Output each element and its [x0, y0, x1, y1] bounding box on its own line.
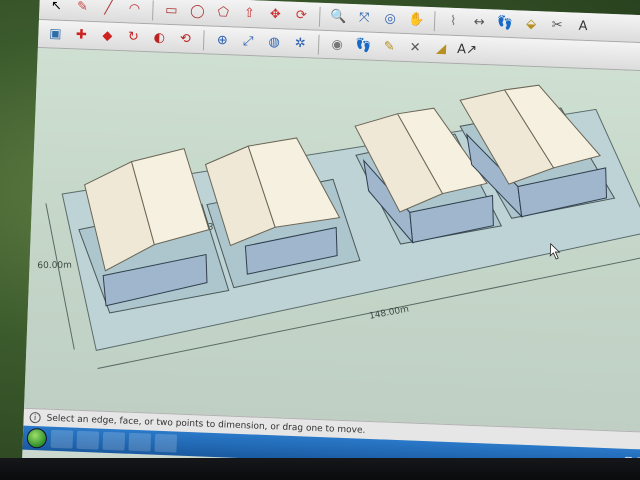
paint-bucket-icon[interactable]: ⬙: [520, 13, 543, 36]
sketchup-window: ↖ ✎ ╱ ◠ ▭ ◯ ⬠ ⇧ ✥ ⟳ 🔍 ⤧ ◎ ✋ ⌇ ↔ 👣 ⬙ ✂ A …: [21, 0, 640, 480]
offset-red-icon[interactable]: ⟲: [174, 28, 197, 51]
circle-icon[interactable]: ◯: [186, 0, 209, 23]
select-icon[interactable]: ↖: [45, 0, 68, 18]
info-icon[interactable]: i: [29, 411, 41, 424]
taskbar-app-icon[interactable]: [128, 432, 152, 452]
measure-icon[interactable]: ✎: [378, 36, 401, 59]
taskbar-explorer-icon[interactable]: [76, 430, 100, 450]
zoom-window-icon[interactable]: ⊕: [211, 29, 234, 52]
position-camera-icon[interactable]: ◉: [326, 34, 349, 57]
walk-icon[interactable]: 👣: [494, 12, 517, 35]
paint-icon[interactable]: ◢: [430, 38, 453, 61]
orbit-blue-icon[interactable]: ✲: [289, 32, 312, 55]
polygon-icon[interactable]: ⬠: [212, 1, 235, 24]
zoom-extents-blue-icon[interactable]: ⤢: [237, 30, 260, 53]
previous-view-icon[interactable]: ◍: [263, 31, 286, 54]
dimension-width-label: 60.00m: [37, 261, 72, 271]
toolbar-separator: [202, 29, 205, 50]
line-icon[interactable]: ╱: [97, 0, 120, 20]
pushpull-red-icon[interactable]: ◆: [96, 25, 119, 48]
arc-icon[interactable]: ◠: [123, 0, 146, 21]
toolbar-separator: [152, 0, 154, 20]
axes-red-icon[interactable]: ✕: [404, 37, 427, 60]
tape-measure-icon[interactable]: ⌇: [442, 10, 465, 33]
start-button-icon[interactable]: [26, 427, 48, 449]
monitor-bezel: [0, 458, 640, 480]
eraser-icon[interactable]: ✎: [71, 0, 94, 19]
toolbar-separator: [318, 6, 321, 27]
zoom-icon[interactable]: 🔍: [327, 6, 350, 29]
section-plane-icon[interactable]: ✂: [546, 14, 569, 37]
follow-me-icon[interactable]: ◐: [148, 27, 171, 50]
rotate-icon[interactable]: ⟳: [290, 4, 313, 27]
warehouse-icon[interactable]: ▣: [44, 23, 67, 46]
3d-text-icon[interactable]: A: [572, 15, 595, 38]
taskbar-ie-icon[interactable]: [50, 429, 74, 449]
model-drawing: 148.00m 60.00m 3.30m 0m: [37, 84, 640, 369]
toolbar-separator: [317, 34, 320, 55]
dimension-length-label: 148.00m: [368, 304, 409, 321]
toolbar-separator: [433, 10, 436, 31]
component-icon[interactable]: ✚: [70, 24, 93, 47]
footprints-icon[interactable]: 👣: [352, 35, 375, 58]
taskbar-media-icon[interactable]: [102, 431, 126, 451]
model-viewport[interactable]: 148.00m 60.00m 3.30m 0m: [24, 47, 640, 433]
move-icon[interactable]: ✥: [264, 3, 287, 26]
taskbar-sketchup-icon[interactable]: [154, 433, 178, 453]
zoom-extents-icon[interactable]: ⤧: [353, 7, 376, 30]
rotate-red-icon[interactable]: ↻: [122, 26, 145, 49]
pan-icon[interactable]: ✋: [405, 9, 428, 32]
label-icon[interactable]: A↗: [456, 39, 479, 62]
pushpull-icon[interactable]: ⇧: [238, 2, 261, 25]
orbit-icon[interactable]: ◎: [379, 8, 402, 31]
dimension-icon[interactable]: ↔: [468, 11, 491, 34]
rectangle-icon[interactable]: ▭: [160, 0, 183, 22]
